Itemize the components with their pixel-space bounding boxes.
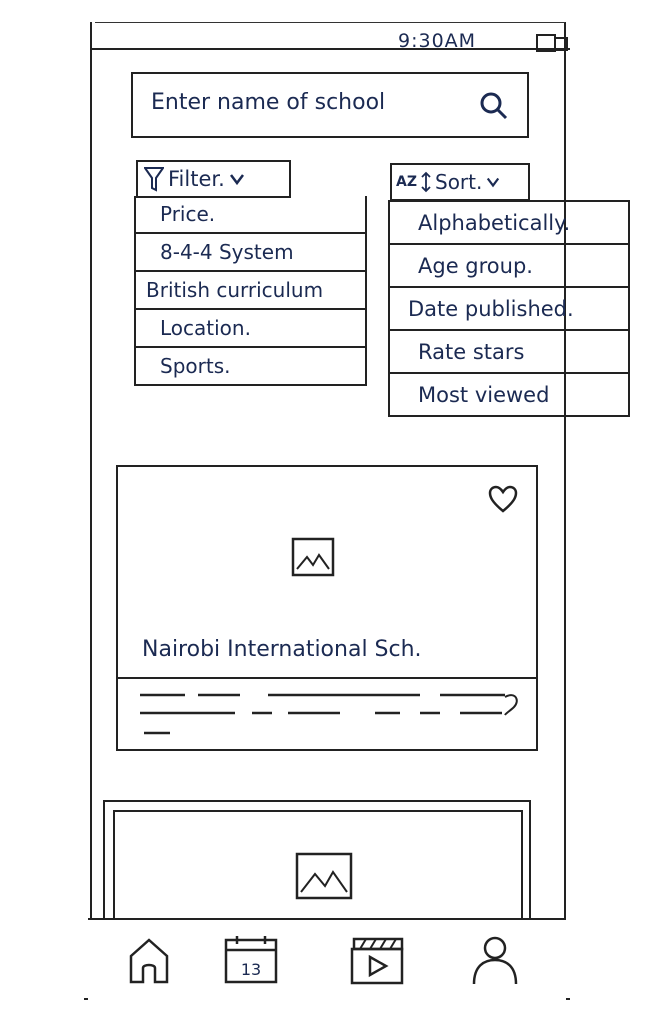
filter-option-844[interactable]: 8-4-4 System bbox=[136, 234, 365, 272]
battery-icon bbox=[536, 34, 556, 52]
search-input[interactable] bbox=[151, 90, 451, 115]
chevron-down-icon bbox=[229, 174, 244, 186]
search-bar[interactable] bbox=[131, 72, 529, 138]
filter-option-price[interactable]: Price. bbox=[136, 196, 365, 234]
card-divider bbox=[118, 677, 536, 679]
profile-icon bbox=[472, 936, 518, 985]
home-icon bbox=[129, 938, 169, 984]
card-image-area bbox=[113, 810, 523, 922]
sort-option-date-published[interactable]: Date published. bbox=[390, 288, 628, 331]
image-placeholder-icon bbox=[295, 852, 353, 900]
status-time: 9:30AM bbox=[398, 30, 477, 52]
image-placeholder-icon bbox=[291, 537, 335, 577]
sort-label: Sort. bbox=[435, 170, 483, 194]
chevron-down-icon bbox=[487, 177, 500, 188]
az-sort-icon: AZ bbox=[396, 174, 417, 190]
heart-icon[interactable] bbox=[488, 485, 518, 513]
status-bar-divider bbox=[90, 48, 570, 50]
nav-videos[interactable] bbox=[348, 932, 406, 990]
filter-option-sports[interactable]: Sports. bbox=[136, 348, 365, 386]
nav-home[interactable] bbox=[120, 932, 178, 990]
school-card[interactable]: Nairobi International Sch. bbox=[116, 465, 538, 751]
filter-label: Filter. bbox=[168, 167, 225, 191]
calendar-day: 13 bbox=[240, 959, 262, 979]
sort-option-age-group[interactable]: Age group. bbox=[390, 245, 628, 288]
school-card[interactable] bbox=[103, 800, 531, 922]
filter-dropdown: Price. 8-4-4 System British curriculum L… bbox=[134, 196, 367, 386]
nav-calendar[interactable]: 13 bbox=[222, 932, 280, 990]
filter-option-british[interactable]: British curriculum bbox=[136, 272, 365, 310]
description-placeholder bbox=[140, 693, 518, 735]
sort-option-rate-stars[interactable]: Rate stars bbox=[390, 331, 628, 374]
nav-profile[interactable] bbox=[466, 932, 524, 990]
school-name: Nairobi International Sch. bbox=[142, 637, 422, 662]
filter-option-location[interactable]: Location. bbox=[136, 310, 365, 348]
frame-top-edge bbox=[95, 22, 565, 23]
sort-option-alphabetically[interactable]: Alphabetically. bbox=[390, 202, 628, 245]
battery-cap bbox=[556, 37, 568, 51]
search-icon[interactable] bbox=[478, 90, 510, 122]
bottom-nav: 13 bbox=[88, 918, 566, 1002]
funnel-icon bbox=[144, 167, 164, 192]
sort-option-most-viewed[interactable]: Most viewed bbox=[390, 374, 628, 417]
video-clapper-icon bbox=[350, 937, 404, 985]
filter-button[interactable]: Filter. bbox=[136, 160, 291, 198]
sort-dropdown: Alphabetically. Age group. Date publishe… bbox=[388, 200, 630, 417]
sort-button[interactable]: AZ Sort. bbox=[390, 163, 530, 201]
sort-arrows-icon bbox=[421, 171, 431, 193]
